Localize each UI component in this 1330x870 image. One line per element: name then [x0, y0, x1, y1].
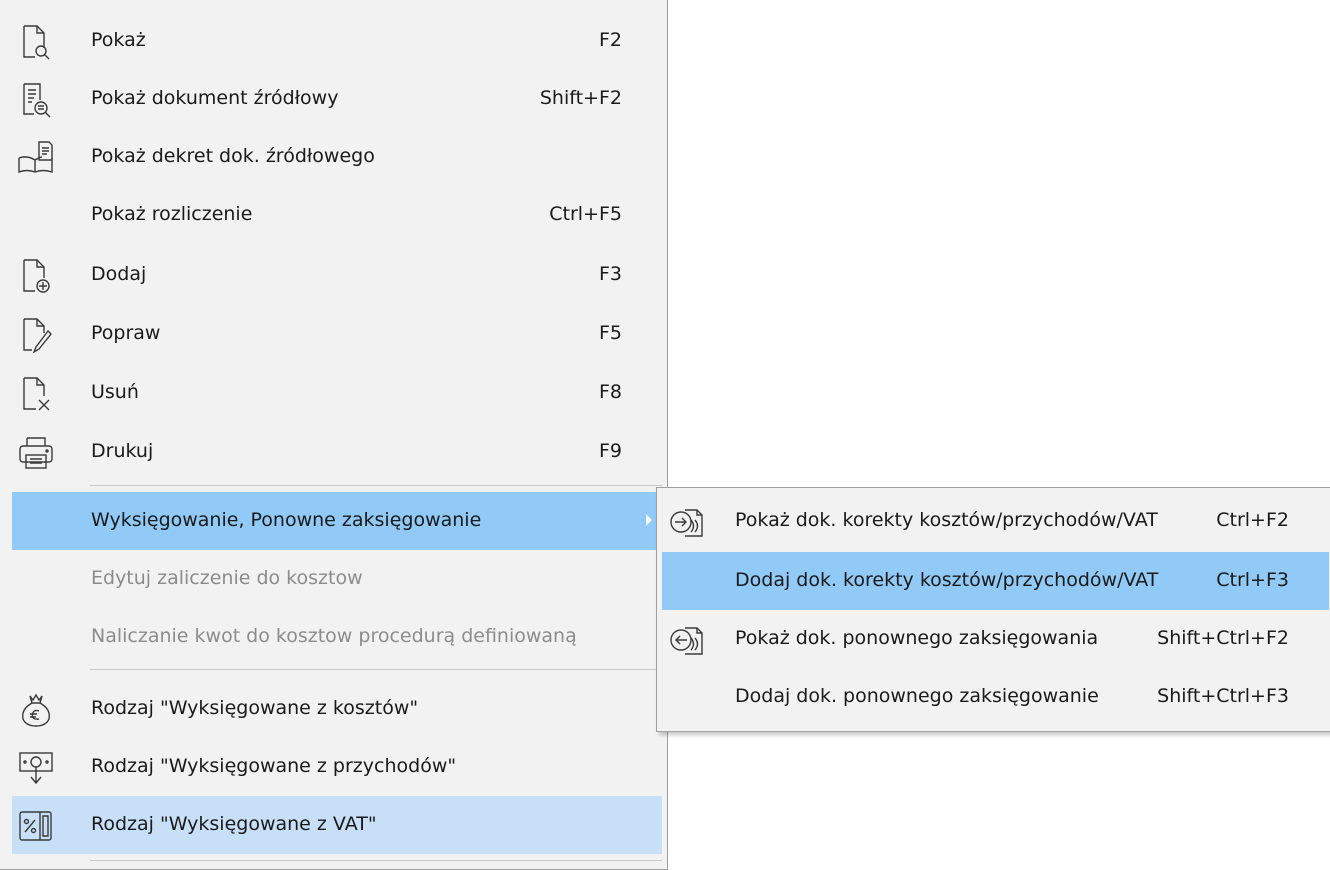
menu-item-shortcut: F2	[598, 29, 622, 51]
menu-item-label: Rodzaj "Wyksięgowane z VAT"	[91, 813, 377, 835]
menu-item-shortcut: Ctrl+F5	[549, 203, 622, 225]
context-menu: Pokaż F2 Pokaż dokument źródłowy Shift+F…	[0, 0, 668, 870]
document-add-icon	[18, 258, 54, 294]
menu-separator	[90, 860, 662, 861]
document-edit-icon	[18, 317, 54, 353]
menu-item-drukuj[interactable]: Drukuj F9	[12, 423, 662, 481]
submenu-wyksiegowanie: Pokaż dok. korekty kosztów/przychodów/VA…	[656, 487, 1330, 732]
menu-item-label: Pokaż	[91, 29, 146, 51]
euro-money-bag-icon	[18, 692, 54, 728]
menu-item-shortcut: F3	[598, 263, 622, 285]
document-search-icon	[18, 24, 54, 60]
menu-item-label: Naliczanie kwot do kosztow procedurą def…	[91, 625, 577, 647]
menu-separator	[90, 485, 662, 486]
menu-item-rodzaj-vat[interactable]: Rodzaj "Wyksięgowane z VAT"	[12, 796, 662, 854]
submenu-item-label: Dodaj dok. korekty kosztów/przychodów/VA…	[735, 569, 1159, 591]
menu-item-label: Edytuj zaliczenie do kosztow	[91, 567, 363, 589]
menu-item-naliczanie-kwot[interactable]: Naliczanie kwot do kosztow procedurą def…	[12, 608, 662, 666]
arrow-left-document-icon	[669, 624, 705, 658]
menu-item-wyksiegowanie[interactable]: Wyksięgowanie, Ponowne zaksięgowanie	[12, 492, 662, 550]
menu-item-label: Pokaż rozliczenie	[91, 203, 253, 225]
menu-item-shortcut: Shift+F2	[539, 87, 622, 109]
menu-item-label: Pokaż dekret dok. źródłowego	[91, 145, 375, 167]
banknote-down-arrow-icon	[18, 750, 54, 786]
printer-icon	[18, 435, 54, 471]
submenu-item-pokaz-korekty[interactable]: Pokaż dok. korekty kosztów/przychodów/VA…	[662, 492, 1329, 550]
submenu-item-label: Dodaj dok. ponownego zaksięgowanie	[735, 685, 1099, 707]
menu-item-label: Rodzaj "Wyksięgowane z przychodów"	[91, 755, 457, 777]
menu-item-shortcut: F8	[598, 381, 622, 403]
percent-document-icon	[18, 808, 54, 844]
menu-item-popraw[interactable]: Popraw F5	[12, 305, 662, 363]
arrow-right-document-icon	[669, 506, 705, 540]
menu-item-label: Dodaj	[91, 263, 147, 285]
menu-item-rodzaj-przychody[interactable]: Rodzaj "Wyksięgowane z przychodów"	[12, 738, 662, 796]
menu-item-pokaz-rozliczenie[interactable]: Pokaż rozliczenie Ctrl+F5	[12, 186, 662, 244]
menu-item-label: Popraw	[91, 322, 161, 344]
chevron-right-icon	[646, 514, 652, 526]
menu-item-pokaz[interactable]: Pokaż F2	[12, 12, 662, 70]
submenu-item-shortcut: Ctrl+F3	[1216, 569, 1289, 591]
menu-item-label: Pokaż dokument źródłowy	[91, 87, 339, 109]
menu-item-label: Usuń	[91, 381, 139, 403]
document-delete-icon	[18, 376, 54, 412]
menu-item-shortcut: F5	[598, 322, 622, 344]
submenu-item-shortcut: Shift+Ctrl+F2	[1157, 627, 1289, 649]
submenu-item-pokaz-ponownego[interactable]: Pokaż dok. ponownego zaksięgowania Shift…	[662, 610, 1329, 668]
menu-item-shortcut: F9	[598, 440, 622, 462]
menu-item-pokaz-dokument-zrodlowy[interactable]: Pokaż dokument źródłowy Shift+F2	[12, 70, 662, 128]
submenu-item-label: Pokaż dok. korekty kosztów/przychodów/VA…	[735, 509, 1158, 531]
submenu-item-dodaj-ponownego[interactable]: Dodaj dok. ponownego zaksięgowanie Shift…	[662, 668, 1329, 726]
book-document-icon	[18, 140, 54, 176]
menu-item-label: Wyksięgowanie, Ponowne zaksięgowanie	[91, 509, 482, 531]
menu-item-rodzaj-koszty[interactable]: Rodzaj "Wyksięgowane z kosztów"	[12, 680, 662, 738]
menu-separator	[90, 669, 662, 670]
menu-item-label: Rodzaj "Wyksięgowane z kosztów"	[91, 697, 419, 719]
submenu-item-label: Pokaż dok. ponownego zaksięgowania	[735, 627, 1099, 649]
submenu-item-shortcut: Shift+Ctrl+F3	[1157, 685, 1289, 707]
menu-item-edytuj-zaliczenie[interactable]: Edytuj zaliczenie do kosztow	[12, 550, 662, 608]
menu-item-pokaz-dekret[interactable]: Pokaż dekret dok. źródłowego	[12, 128, 662, 186]
menu-item-dodaj[interactable]: Dodaj F3	[12, 246, 662, 304]
submenu-item-shortcut: Ctrl+F2	[1216, 509, 1289, 531]
document-list-search-icon	[18, 82, 54, 118]
submenu-item-dodaj-korekty[interactable]: Dodaj dok. korekty kosztów/przychodów/VA…	[662, 552, 1329, 610]
menu-item-usun[interactable]: Usuń F8	[12, 364, 662, 422]
menu-item-label: Drukuj	[91, 440, 154, 462]
